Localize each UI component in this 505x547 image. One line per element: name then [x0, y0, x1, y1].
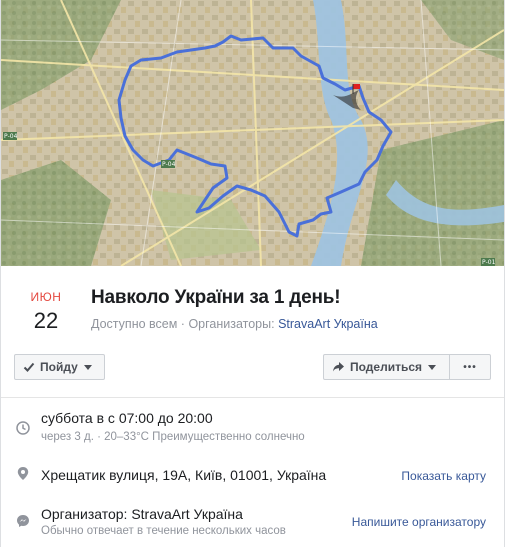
event-meta: Доступно всем · Организаторы: StravaArt …: [91, 317, 378, 331]
chevron-down-icon: [428, 364, 437, 370]
show-map-link[interactable]: Показать карту: [401, 469, 486, 483]
message-organizer-link[interactable]: Напишите организатору: [352, 515, 486, 529]
checkmark-icon: [23, 362, 35, 372]
response-time: Обычно отвечает в течение нескольких час…: [41, 525, 286, 537]
going-label: Пойду: [40, 360, 78, 374]
date-month: ИЮН: [30, 290, 62, 304]
map-road-label: Р-04: [4, 133, 18, 140]
map-road-label: Р-04: [162, 161, 176, 168]
more-options-button[interactable]: •••: [449, 354, 491, 380]
event-title: Навколо України за 1 день!: [91, 287, 341, 308]
messenger-icon: [17, 515, 29, 527]
more-dots-icon: •••: [463, 361, 477, 373]
action-bar: Пойду Поделиться •••: [1, 352, 504, 398]
date-day: 22: [33, 308, 59, 333]
chevron-down-icon: [83, 364, 92, 370]
event-header: ИЮН 22 Навколо України за 1 день! Доступ…: [1, 266, 504, 352]
share-button[interactable]: Поделиться: [323, 354, 450, 380]
clock-icon: [16, 421, 30, 435]
organizer-link[interactable]: StravaArt Україна: [278, 317, 378, 331]
map-road-label: Р-01: [482, 259, 496, 266]
event-card: Р-04 Р-04 Р-01 ИЮН 22 Навколо України за…: [0, 0, 505, 547]
going-button[interactable]: Пойду: [14, 354, 105, 380]
location-row: Хрещатик вулиця, 19А, Київ, 01001, Украї…: [1, 460, 504, 496]
meta-separator: ·: [177, 317, 189, 331]
cover-map-image[interactable]: Р-04 Р-04 Р-01: [1, 0, 504, 266]
time-row: суббота в с 07:00 до 20:00 через 3 д. · …: [1, 405, 504, 451]
event-address: Хрещатик вулиця, 19А, Київ, 01001, Украї…: [41, 467, 327, 483]
organizer-name: Организатор: StravaArt Україна: [41, 506, 243, 522]
finish-flag-icon: [353, 84, 360, 89]
date-badge: ИЮН 22: [19, 290, 73, 335]
weather-info: через 3 д. · 20–33°C Преимущественно сол…: [41, 431, 305, 443]
organizer-row: Организатор: StravaArt Україна Обычно от…: [1, 503, 504, 543]
organizers-prefix: Организаторы:: [188, 317, 279, 331]
visibility-text: Доступно всем: [91, 317, 178, 331]
map-graphic: Р-04 Р-04 Р-01: [1, 0, 504, 266]
event-time: суббота в с 07:00 до 20:00: [41, 410, 213, 426]
share-arrow-icon: [333, 362, 344, 372]
share-label: Поделиться: [350, 360, 423, 374]
location-pin-icon: [17, 467, 29, 480]
